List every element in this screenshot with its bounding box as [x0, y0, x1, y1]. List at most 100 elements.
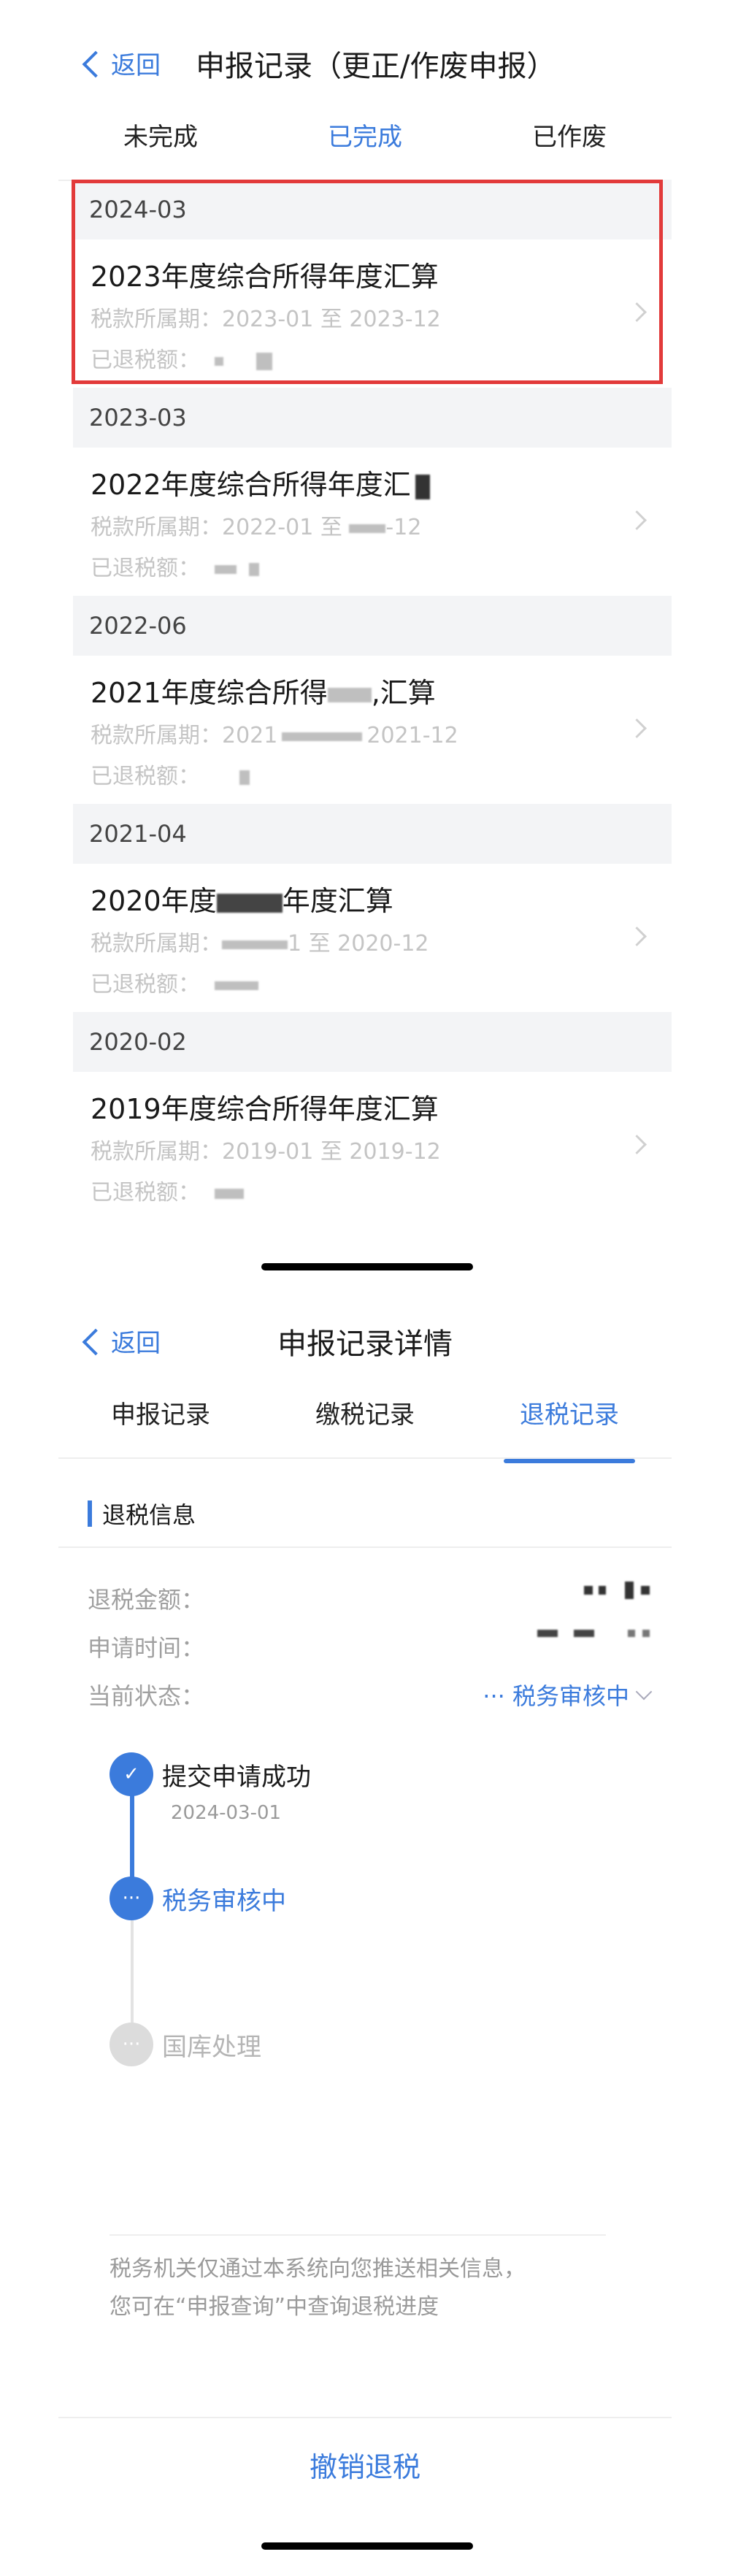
status-dropdown[interactable]: ··· 税务审核中 [483, 1678, 653, 1711]
redacted-text [222, 940, 288, 949]
redacted-amount [625, 1582, 634, 1599]
redacted-amount [249, 562, 260, 576]
tab-bar: 申报记录 缴税记录 退税记录 [58, 1380, 672, 1463]
record-period-text: 税款所属期： [91, 931, 222, 957]
redacted-text [349, 524, 386, 533]
record-title: 2020年度 年度汇算 [91, 878, 393, 919]
redacted-amount [214, 564, 237, 574]
timeline-step-label: 税务审核中 [162, 1887, 286, 1916]
section-marker [88, 1500, 92, 1527]
cancel-refund-button[interactable]: 撤销退税 [0, 2445, 730, 2485]
redacted-amount [214, 981, 258, 990]
group-date-header: 2020-02 [73, 1012, 672, 1072]
home-indicator [261, 2542, 473, 2550]
status-label: 当前状态： [88, 1682, 205, 1710]
record-period: 税款所属期：2019-01 至 2019-12 [91, 1139, 441, 1165]
refund-amount-row: 退税金额： [88, 1582, 650, 1618]
refund-label: 已退税额： [91, 1180, 200, 1205]
redacted-time [642, 1630, 650, 1637]
redacted-text [282, 732, 363, 741]
timeline-step-label: 提交申请成功 [162, 1763, 311, 1792]
progress-timeline: ✓ 提交申请成功 2024-03-01 ··· 税务审核中 ··· 国库处理 [110, 1752, 620, 2088]
record-title-tail: ,汇算 [371, 677, 436, 709]
back-label: 返回 [111, 51, 161, 80]
record-period: 税款所属期：2023-01 至 2023-12 [91, 307, 441, 332]
record-refund: 已退税额： [91, 342, 273, 374]
ellipsis-icon: ··· [110, 1877, 153, 1920]
redacted-amount [256, 352, 273, 370]
redacted-text [216, 893, 283, 913]
redacted-time [537, 1630, 558, 1637]
tab-voided[interactable]: 已作废 [467, 102, 672, 180]
chevron-right-icon [627, 302, 647, 322]
record-item[interactable]: 2019年度综合所得年度汇算 税款所属期：2019-01 至 2019-12 已… [73, 1072, 672, 1220]
record-period: 税款所属期： 1 至 2020-12 [91, 925, 429, 957]
ellipsis-icon: ··· [110, 2023, 153, 2066]
record-item[interactable]: 2023年度综合所得年度汇算 税款所属期：2023-01 至 2023-12 已… [73, 239, 672, 388]
record-item[interactable]: 2021年度综合所得 ,汇算 税款所属期：2021 2021-12 已退税额： [73, 656, 672, 804]
record-refund: 已退税额： [91, 550, 260, 582]
refund-label: 已退税额： [91, 556, 200, 581]
redacted-time [574, 1630, 594, 1637]
redacted-amount [584, 1586, 593, 1595]
record-refund: 已退税额： [91, 966, 258, 998]
records-list-screen: 返回 申报记录（更正/作废申报） 未完成 已完成 已作废 2024-03 202… [0, 0, 730, 1292]
record-title-tail: 年度汇算 [282, 885, 393, 917]
group-date-header: 2023-03 [73, 388, 672, 448]
nav-bar: 返回 申报记录（更正/作废申报） [0, 29, 730, 95]
record-title: 2019年度综合所得年度汇算 [91, 1093, 439, 1125]
apply-time-label: 申请时间： [88, 1634, 205, 1662]
timeline-line-pending [131, 1920, 134, 2037]
group-date-header: 2021-04 [73, 804, 672, 864]
tab-payment-records[interactable]: 缴税记录 [263, 1380, 467, 1457]
tab-filing-records[interactable]: 申报记录 [58, 1380, 263, 1457]
notice-line: 税务机关仅通过本系统向您推送相关信息， [110, 2256, 526, 2282]
page-title: 申报记录详情 [277, 1327, 453, 1361]
chevron-down-icon [635, 1683, 653, 1701]
record-title: 2021年度综合所得 ,汇算 [91, 670, 436, 710]
refund-amount-value [584, 1582, 650, 1599]
record-refund: 已退税额： [91, 1174, 244, 1206]
record-detail-screen: 返回 申报记录详情 申报记录 缴税记录 退税记录 退税信息 退税金额： 申请时间… [0, 1292, 730, 2576]
redacted-text [415, 474, 430, 499]
redacted-amount [214, 356, 223, 366]
check-icon: ✓ [110, 1752, 153, 1796]
page-title: 申报记录（更正/作废申报） [196, 50, 556, 83]
chevron-right-icon [627, 1135, 647, 1154]
record-period-tail: 2021-12 [366, 723, 458, 748]
record-title: 2022年度综合所得年度汇 [91, 462, 430, 502]
redacted-amount [641, 1586, 650, 1595]
tab-completed[interactable]: 已完成 [263, 102, 467, 185]
chevron-right-icon [627, 927, 647, 946]
redacted-amount [599, 1586, 606, 1595]
chevron-left-icon [82, 50, 110, 77]
refund-label: 已退税额： [91, 348, 200, 373]
nav-bar: 返回 申报记录详情 [0, 1307, 730, 1373]
group-date-header: 2024-03 [73, 180, 672, 239]
back-button[interactable]: 返回 [82, 45, 161, 81]
redacted-text [327, 687, 372, 702]
record-item[interactable]: 2022年度综合所得年度汇 税款所属期：2022-01 至 -12 已退税额： [73, 448, 672, 596]
record-period-text: 税款所属期：2021 [91, 723, 278, 748]
record-item[interactable]: 2020年度 年度汇算 税款所属期： 1 至 2020-12 已退税额： [73, 864, 672, 1012]
timeline-step-label: 国库处理 [162, 2033, 261, 2062]
refund-label: 已退税额： [91, 764, 200, 789]
record-title-text: 2021年度综合所得 [91, 677, 328, 709]
redacted-time [628, 1630, 635, 1637]
home-indicator [261, 1263, 473, 1270]
records-list: 2024-03 2023年度综合所得年度汇算 税款所属期：2023-01 至 2… [73, 180, 672, 1220]
status-row: 当前状态： ··· 税务审核中 [88, 1678, 653, 1714]
tab-bar: 未完成 已完成 已作废 [58, 102, 672, 185]
group-date-header: 2022-06 [73, 596, 672, 656]
notice-line: 您可在“申报查询”中查询退税进度 [110, 2294, 439, 2320]
tab-refund-records[interactable]: 退税记录 [467, 1380, 672, 1463]
section-title-text: 退税信息 [102, 1501, 196, 1529]
record-period-tail: 1 至 2020-12 [288, 931, 429, 957]
tab-incomplete[interactable]: 未完成 [58, 102, 263, 180]
section-title: 退税信息 [88, 1497, 196, 1530]
record-title: 2023年度综合所得年度汇算 [91, 261, 439, 293]
redacted-amount [214, 1188, 244, 1199]
apply-time-row: 申请时间： [88, 1630, 650, 1666]
record-period: 税款所属期：2021 2021-12 [91, 717, 458, 749]
refund-amount-label: 退税金额： [88, 1586, 205, 1614]
